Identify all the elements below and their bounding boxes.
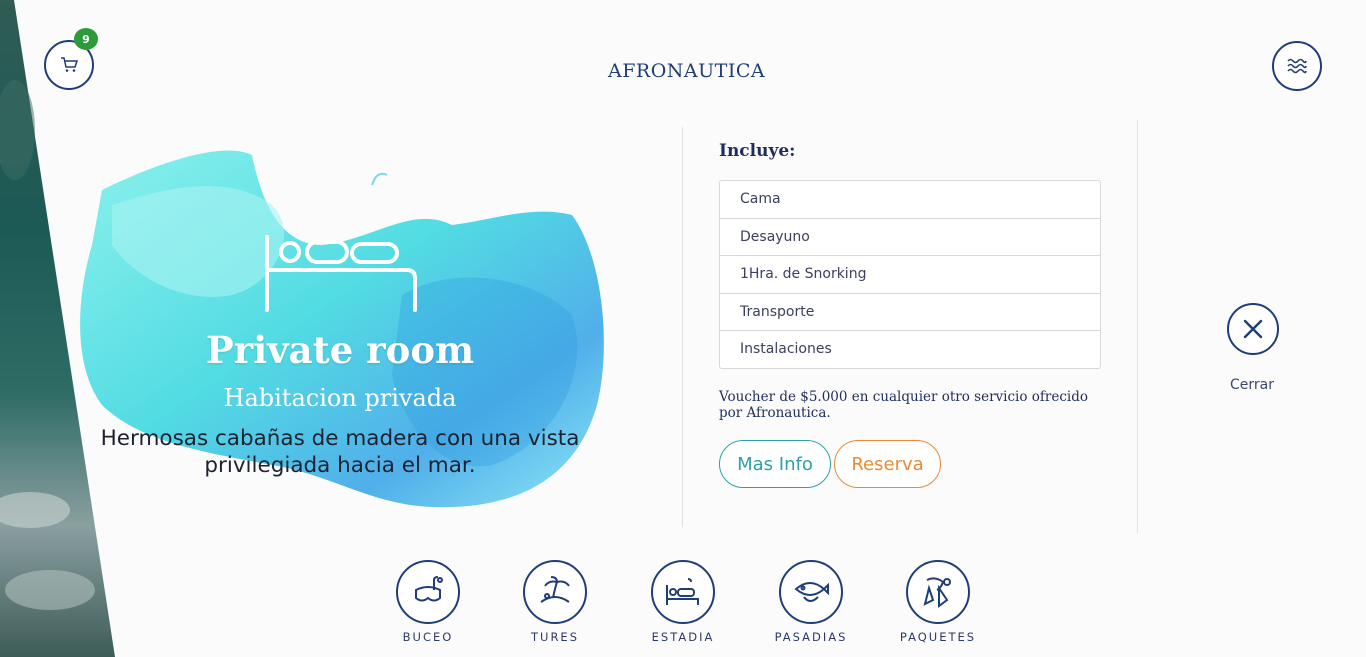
- nav-item-pasadias[interactable]: PASADIAS: [756, 560, 866, 644]
- nav-circle: [906, 560, 970, 624]
- nav-label: PAQUETES: [899, 630, 977, 644]
- room-description: Hermosas cabañas de madera con una vista…: [100, 426, 580, 478]
- nav-label: ESTADIA: [651, 630, 715, 644]
- nav-item-paquetes[interactable]: PAQUETES: [883, 560, 993, 644]
- cart-count-badge: 9: [74, 28, 98, 50]
- nav-label: PASADIAS: [774, 630, 848, 644]
- bed-icon: [265, 235, 417, 312]
- divider-right: [1137, 120, 1138, 533]
- flippers-icon: [923, 577, 951, 608]
- close-icon: [1243, 319, 1263, 339]
- list-item: Transporte: [720, 294, 1100, 331]
- logo[interactable]: AFRONAUTICA: [608, 60, 765, 90]
- menu-button[interactable]: [1272, 41, 1322, 91]
- list-item: 1Hra. de Snorking: [720, 256, 1100, 294]
- reserve-button[interactable]: Reserva: [834, 440, 941, 488]
- list-item: Instalaciones: [740, 341, 832, 357]
- nav-circle: [779, 560, 843, 624]
- diving-mask-icon: [415, 576, 443, 602]
- menu-waves-icon: [1287, 58, 1307, 74]
- fish-icon: [794, 582, 829, 602]
- palm-beach-icon: [540, 576, 570, 603]
- nav-label: BUCEO: [402, 630, 454, 644]
- voucher-text: Voucher de $5.000 en cualquier otro serv…: [719, 389, 1089, 421]
- nav-circle: [396, 560, 460, 624]
- includes-title: Incluye:: [719, 141, 796, 161]
- list-item: Cama: [720, 181, 1100, 219]
- list-item: Desayuno: [720, 219, 1100, 256]
- nav-label: TURES: [531, 630, 579, 644]
- room-title: Private room: [205, 328, 475, 372]
- more-info-button[interactable]: Mas Info: [719, 440, 831, 488]
- close-label[interactable]: Cerrar: [1212, 377, 1292, 393]
- cart-icon: [61, 57, 79, 72]
- bed-nav-icon: [666, 578, 699, 605]
- close-button[interactable]: [1227, 303, 1279, 355]
- divider-left: [682, 127, 683, 527]
- nav-circle: [651, 560, 715, 624]
- nav-item-estadia[interactable]: ESTADIA: [628, 560, 738, 644]
- nav-item-tures[interactable]: TURES: [500, 560, 610, 644]
- nav-circle: [523, 560, 587, 624]
- nav-item-buceo[interactable]: BUCEO: [373, 560, 483, 644]
- room-subtitle: Habitacion privada: [223, 384, 457, 412]
- includes-list: Cama Desayuno 1Hra. de Snorking Transpor…: [719, 180, 1101, 369]
